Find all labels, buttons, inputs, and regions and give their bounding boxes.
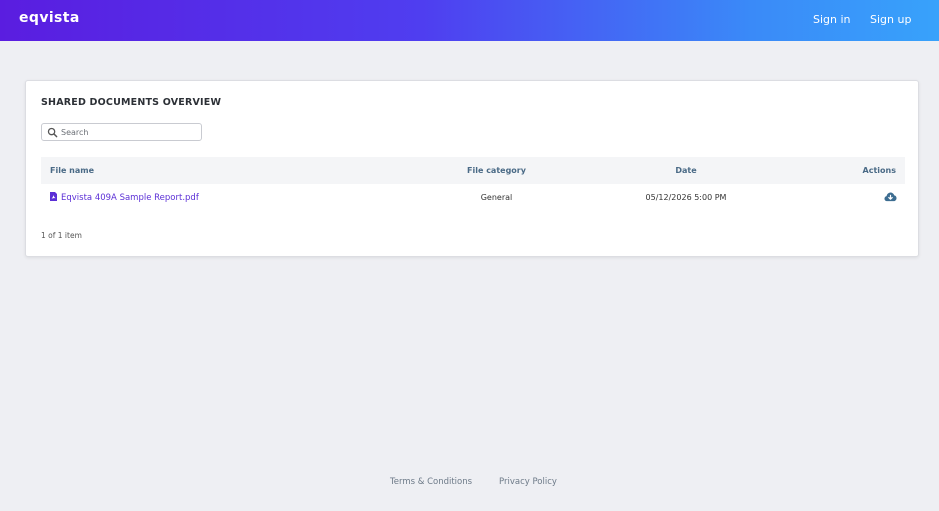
- terms-link[interactable]: Terms & Conditions: [390, 477, 472, 487]
- column-header-file-category[interactable]: File category: [459, 166, 534, 175]
- shared-documents-card: SHARED DOCUMENTS OVERVIEW File name File…: [25, 80, 919, 257]
- privacy-link[interactable]: Privacy Policy: [499, 477, 557, 487]
- eqvista-logo[interactable]: eqvista: [19, 10, 80, 26]
- pdf-file-icon: [50, 192, 57, 201]
- search-box[interactable]: [41, 123, 202, 141]
- file-name: Eqvista 409A Sample Report.pdf: [61, 193, 199, 203]
- sign-in-link[interactable]: Sign in: [813, 13, 851, 26]
- table-row: Eqvista 409A Sample Report.pdf General 0…: [41, 184, 905, 212]
- column-header-file-name[interactable]: File name: [50, 166, 94, 175]
- table-header: File name File category Date Actions: [41, 157, 905, 184]
- cloud-download-icon[interactable]: [884, 191, 897, 203]
- search-icon: [47, 127, 58, 138]
- file-date: 05/12/2026 5:00 PM: [645, 193, 727, 202]
- top-navbar: eqvista Sign in Sign up: [0, 0, 939, 41]
- search-input[interactable]: [61, 125, 199, 139]
- sign-up-link[interactable]: Sign up: [870, 13, 911, 26]
- column-header-date[interactable]: Date: [641, 166, 731, 175]
- card-title: SHARED DOCUMENTS OVERVIEW: [41, 97, 222, 108]
- file-link[interactable]: Eqvista 409A Sample Report.pdf: [50, 192, 199, 203]
- file-category: General: [480, 193, 513, 202]
- column-header-actions: Actions: [862, 166, 896, 175]
- pagination-info: 1 of 1 item: [41, 231, 82, 240]
